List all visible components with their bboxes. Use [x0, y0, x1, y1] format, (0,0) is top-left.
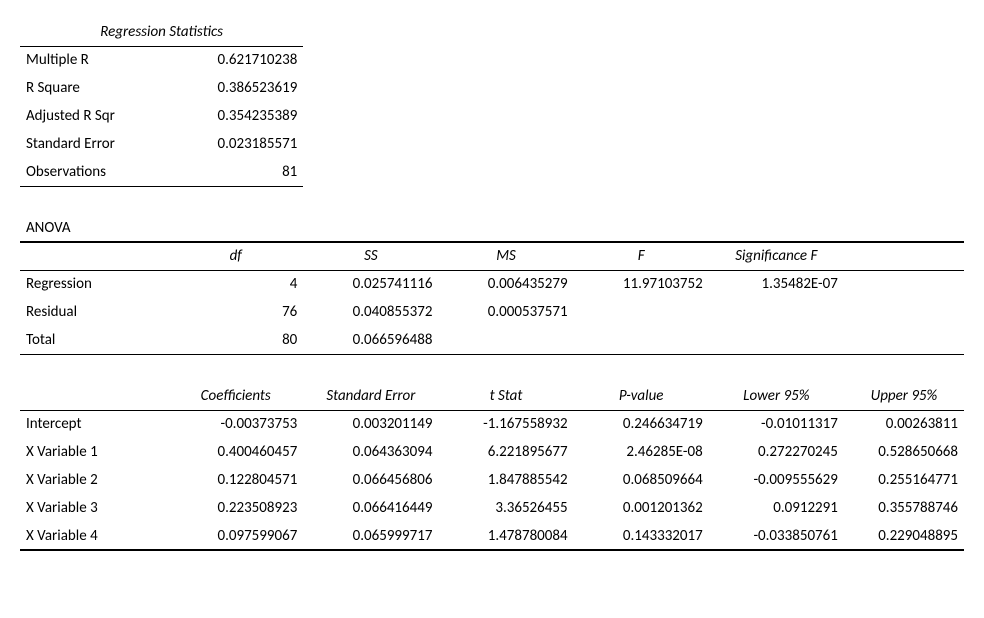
coef-cell: -0.033850761: [709, 522, 844, 550]
coef-cell: 0.355788746: [844, 494, 964, 522]
coef-cell: 0.068509664: [574, 466, 709, 494]
coef-row-label: X Variable 3: [20, 494, 168, 522]
coef-row-label: Intercept: [20, 410, 168, 438]
coef-cell: 0.001201362: [574, 494, 709, 522]
anova-title: ANOVA: [20, 214, 168, 242]
coef-cell: -0.009555629: [709, 466, 844, 494]
anova-cell: 0.025741116: [303, 270, 438, 298]
anova-cell: [438, 326, 573, 354]
anova-header-f: F: [574, 242, 709, 270]
coef-cell: 0.400460457: [168, 438, 303, 466]
coef-header-se: Standard Error: [303, 382, 438, 410]
coef-cell: -0.00373753: [168, 410, 303, 438]
regstats-title: Regression Statistics: [20, 18, 303, 46]
regstats-row-label: R Square: [20, 74, 168, 102]
coef-cell: 0.097599067: [168, 522, 303, 550]
regression-output: Regression Statistics Multiple R 0.62171…: [0, 0, 984, 569]
coef-cell: 0.272270245: [709, 438, 844, 466]
coef-cell: 0.0912291: [709, 494, 844, 522]
coef-cell: -1.167558932: [438, 410, 573, 438]
coef-cell: 0.143332017: [574, 522, 709, 550]
coef-row-label: X Variable 4: [20, 522, 168, 550]
coef-cell: 0.223508923: [168, 494, 303, 522]
coef-cell: 0.00263811: [844, 410, 964, 438]
anova-cell: [709, 326, 844, 354]
coef-cell: 0.229048895: [844, 522, 964, 550]
anova-cell: [574, 326, 709, 354]
anova-cell: 80: [168, 326, 303, 354]
anova-cell: [709, 298, 844, 326]
regstats-row-value: 0.354235389: [168, 102, 303, 130]
anova-cell: 4: [168, 270, 303, 298]
anova-row-label: Total: [20, 326, 168, 354]
anova-row-label: Residual: [20, 298, 168, 326]
coef-cell: 0.066456806: [303, 466, 438, 494]
coef-header-upper: Upper 95%: [844, 382, 964, 410]
regstats-row-label: Adjusted R Sqr: [20, 102, 168, 130]
coef-cell: 1.847885542: [438, 466, 573, 494]
regstats-row-value: 81: [168, 158, 303, 186]
anova-header-sigf: Significance F: [709, 242, 844, 270]
coef-header-coef: Coefficients: [168, 382, 303, 410]
coef-cell: 3.36526455: [438, 494, 573, 522]
coef-cell: 6.221895677: [438, 438, 573, 466]
coef-row-label: X Variable 1: [20, 438, 168, 466]
coef-cell: 0.065999717: [303, 522, 438, 550]
coef-header-pval: P-value: [574, 382, 709, 410]
coef-cell: 0.246634719: [574, 410, 709, 438]
anova-row-label: Regression: [20, 270, 168, 298]
regstats-row-label: Multiple R: [20, 46, 168, 74]
coef-cell: 0.066416449: [303, 494, 438, 522]
coef-cell: 0.255164771: [844, 466, 964, 494]
anova-cell: [574, 298, 709, 326]
anova-header-df: df: [168, 242, 303, 270]
coef-row-label: X Variable 2: [20, 466, 168, 494]
coef-cell: 1.478780084: [438, 522, 573, 550]
coef-cell: 0.122804571: [168, 466, 303, 494]
anova-cell: 0.000537571: [438, 298, 573, 326]
anova-cell: 0.066596488: [303, 326, 438, 354]
coef-cell: 0.528650668: [844, 438, 964, 466]
coef-cell: 0.064363094: [303, 438, 438, 466]
coef-cell: -0.01011317: [709, 410, 844, 438]
regstats-row-value: 0.023185571: [168, 130, 303, 158]
regstats-row-value: 0.621710238: [168, 46, 303, 74]
coef-header-lower: Lower 95%: [709, 382, 844, 410]
anova-header-ms: MS: [438, 242, 573, 270]
regstats-row-value: 0.386523619: [168, 74, 303, 102]
anova-cell: 1.35482E-07: [709, 270, 844, 298]
regression-table: Regression Statistics Multiple R 0.62171…: [20, 18, 964, 551]
regstats-row-label: Standard Error: [20, 130, 168, 158]
anova-cell: 0.006435279: [438, 270, 573, 298]
anova-cell: 11.97103752: [574, 270, 709, 298]
anova-cell: 76: [168, 298, 303, 326]
anova-header-ss: SS: [303, 242, 438, 270]
coef-header-tstat: t Stat: [438, 382, 573, 410]
coef-cell: 2.46285E-08: [574, 438, 709, 466]
coef-cell: 0.003201149: [303, 410, 438, 438]
anova-cell: 0.040855372: [303, 298, 438, 326]
regstats-row-label: Observations: [20, 158, 168, 186]
